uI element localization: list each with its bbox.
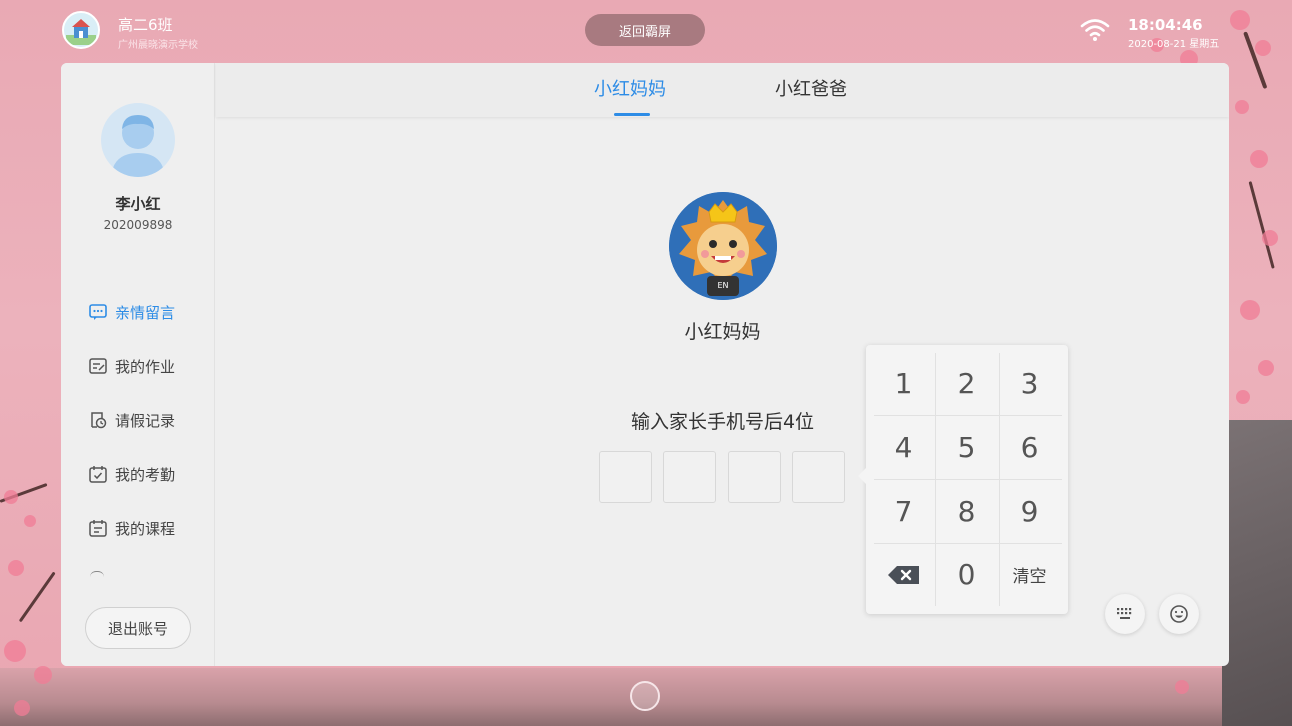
pin-digit-2[interactable] [663,451,716,503]
blossom [34,666,52,684]
sidebar-item-label: 我的作业 [115,357,176,376]
home-button[interactable] [630,681,660,711]
blossom [4,490,18,504]
emoji-button[interactable] [1159,594,1199,634]
clear-key[interactable]: 清空 [998,543,1061,606]
blossom [1250,150,1268,168]
message-icon [89,304,107,320]
main-panel: 李小红 202009898 亲情留言 我的作业 请假记录 我的考勤 我的课程 退… [61,63,1229,666]
sidebar-item-attendance[interactable]: 我的考勤 [88,462,175,486]
blossom [1235,100,1249,114]
homework-icon [89,358,107,374]
sidebar-item-course[interactable]: 我的课程 [88,516,175,540]
blossom [1262,230,1278,246]
pin-prompt: 输入家长手机号后4位 [630,411,815,433]
parent-avatar: EN [669,192,777,300]
key-6[interactable]: 6 [998,416,1061,479]
background-branch [18,571,56,623]
key-0[interactable]: 0 [935,543,998,606]
background-roof [1222,420,1292,726]
content-area: 小红妈妈 小红爸爸 EN 小红妈妈 输入家长手机号后4位 1 2 3 4 5 6… [216,63,1229,666]
numeric-keypad: 1 2 3 4 5 6 7 8 9 0 清空 [858,345,1068,614]
school-name: 广州晨晓演示学校 [118,40,198,51]
active-tab-indicator [614,113,650,116]
sidebar-item-homework[interactable]: 我的作业 [88,354,175,378]
key-1[interactable]: 1 [872,352,935,415]
class-name: 高二6班 [118,16,173,34]
parent-avatar-badge: EN [717,281,729,290]
logout-button[interactable]: 退出账号 [85,607,191,649]
status-bar: 高二6班 广州晨晓演示学校 返回霸屏 18:04:46 2020-08-21 星… [0,0,1292,60]
key-8[interactable]: 8 [935,480,998,543]
pin-digit-3[interactable] [728,451,781,503]
sidebar-item-label: 我的课程 [115,519,176,538]
course-icon [89,520,107,537]
blossom [1258,360,1274,376]
blossom [1240,300,1260,320]
student-name: 李小红 [115,195,161,213]
student-id: 202009898 [103,218,173,232]
sidebar-item-label: 亲情留言 [115,303,176,322]
background-branch [1248,181,1275,269]
sidebar: 李小红 202009898 亲情留言 我的作业 请假记录 我的考勤 我的课程 退… [61,63,215,666]
pin-digit-1[interactable] [599,451,652,503]
blossom [24,515,36,527]
sidebar-item-partial [90,571,104,577]
blossom [8,560,24,576]
school-logo [62,11,100,49]
key-2[interactable]: 2 [935,352,998,415]
key-5[interactable]: 5 [935,416,998,479]
key-4[interactable]: 4 [872,416,935,479]
pin-digit-4[interactable] [792,451,845,503]
blossom [4,640,26,662]
backspace-icon [887,565,919,584]
parent-tabs: 小红妈妈 小红爸爸 [216,63,1229,117]
keyboard-icon [1117,608,1132,619]
wifi-icon [1080,19,1110,41]
backspace-key[interactable] [872,543,935,606]
tab-father[interactable]: 小红爸爸 [775,75,847,101]
leave-record-icon [91,412,107,429]
clock-time: 18:04:46 [1128,16,1203,34]
sidebar-item-label: 请假记录 [115,411,176,430]
blossom [14,700,30,716]
blossom [1236,390,1250,404]
sidebar-item-leave-record[interactable]: 请假记录 [88,408,175,432]
clock-date: 2020-08-21 星期五 [1128,39,1220,50]
tab-mother[interactable]: 小红妈妈 [594,75,666,101]
attendance-icon [89,466,107,483]
student-avatar [101,103,175,177]
parent-name: 小红妈妈 [684,321,761,343]
key-3[interactable]: 3 [998,352,1061,415]
blossom [1175,680,1189,694]
back-to-lockscreen-button[interactable]: 返回霸屏 [585,14,705,46]
sidebar-item-family-message[interactable]: 亲情留言 [88,300,175,324]
sidebar-item-label: 我的考勤 [115,465,176,484]
key-9[interactable]: 9 [998,480,1061,543]
key-7[interactable]: 7 [872,480,935,543]
keyboard-toggle-button[interactable] [1105,594,1145,634]
emoji-icon [1170,605,1188,623]
